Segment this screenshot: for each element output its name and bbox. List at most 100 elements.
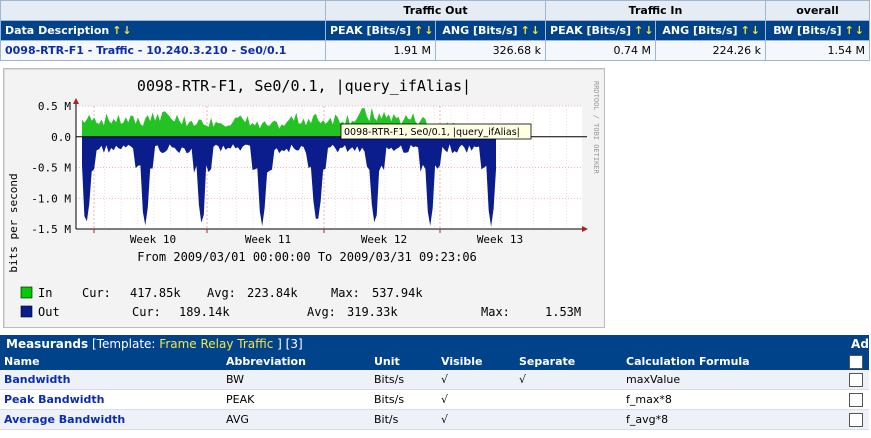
row-checkbox[interactable]: [849, 372, 864, 387]
measurands-title: Measurands: [6, 337, 89, 351]
description-cell: 0098-RTR-F1 - Traffic - 10.240.3.210 - S…: [0, 40, 326, 61]
y-axis-arrow-icon: [73, 98, 79, 104]
out-max-label: Max:: [481, 305, 510, 319]
blank-header: [0, 0, 326, 21]
date-range: From 2009/03/01 00:00:00 To 2009/03/31 0…: [137, 250, 477, 264]
out-cur-value: 189.14k: [179, 305, 230, 319]
sort-arrows-icon[interactable]: ↑↓: [845, 24, 865, 37]
measurand-link[interactable]: Bandwidth: [4, 373, 70, 386]
out-legend-name: Out: [38, 305, 60, 319]
add-button[interactable]: Add: [851, 337, 871, 351]
y-axis-label: bits per second: [7, 173, 20, 272]
template-suffix: ] [3]: [277, 337, 303, 351]
sort-arrows-icon[interactable]: ↑↓: [112, 24, 132, 37]
col-separate: Separate: [515, 353, 622, 370]
tooltip-text: 0098-RTR-F1, Se0/0.1, |query_ifAlias|: [344, 127, 520, 138]
x-tick-label: Week 12: [361, 233, 407, 246]
row-checkbox[interactable]: [849, 392, 864, 407]
graph-title: 0098-RTR-F1, Se0/0.1, |query_ifAlias|: [137, 77, 471, 95]
x-tick-label: Week 11: [245, 233, 291, 246]
select-all-checkbox[interactable]: [849, 354, 864, 369]
in-max-label: Max:: [331, 286, 360, 300]
traffic-out-group: Traffic Out: [324, 0, 547, 21]
abbr-cell: BW: [222, 370, 370, 390]
col-formula: Calculation Formula: [622, 353, 846, 370]
x-tick-label: Week 13: [477, 233, 523, 246]
bw-cell: 1.54 M: [765, 40, 871, 61]
sort-arrows-icon[interactable]: ↑↓: [414, 24, 434, 37]
separate-check-icon: [515, 389, 622, 410]
out-peak-cell: 1.91 M: [325, 40, 436, 61]
template-name[interactable]: Frame Relay Traffic: [159, 337, 273, 351]
traffic-link[interactable]: 0098-RTR-F1 - Traffic - 10.240.3.210 - S…: [5, 44, 286, 57]
add-cell: Add: [845, 335, 871, 353]
rrdtool-credit: RRDTOOL / TOBI OETIKER: [592, 81, 600, 175]
visible-check-icon: √: [437, 370, 515, 390]
y-tick-label: -0.5 M: [31, 162, 71, 175]
unit-cell: Bits/s: [370, 389, 437, 410]
row-checkbox[interactable]: [849, 412, 864, 427]
in-legend-swatch: [20, 286, 33, 299]
col-unit: Unit: [370, 353, 437, 370]
col-in-avg[interactable]: ANG [Bits/s] ↑↓: [655, 20, 767, 41]
col-abbreviation: Abbreviation: [222, 353, 370, 370]
out-avg-value: 319.33k: [347, 305, 398, 319]
col-bw[interactable]: BW [Bits/s] ↑↓: [765, 20, 871, 41]
formula-cell: f_avg*8: [622, 409, 846, 430]
overall-group: overall: [765, 0, 871, 21]
out-cur-label: Cur:: [132, 305, 161, 319]
abbr-cell: PEAK: [222, 389, 370, 410]
in-avg-label: Avg:: [207, 286, 236, 300]
out-legend-swatch: [20, 305, 33, 318]
measurands-table: Measurands [Template: Frame Relay Traffi…: [0, 335, 871, 430]
sort-arrows-icon[interactable]: ↑↓: [521, 24, 541, 37]
unit-cell: Bits/s: [370, 370, 437, 390]
traffic-graph[interactable]: 0098-RTR-F1, Se0/0.1, |query_ifAlias| bi…: [3, 68, 605, 328]
unit-cell: Bit/s: [370, 409, 437, 430]
traffic-in-group: Traffic In: [545, 0, 767, 21]
visible-check-icon: √: [437, 409, 515, 430]
graph-tooltip: 0098-RTR-F1, Se0/0.1, |query_ifAlias|: [340, 123, 532, 140]
col-select-all: [845, 353, 870, 370]
in-avg-value: 223.84k: [247, 286, 298, 300]
plot-area: [73, 98, 588, 233]
abbr-cell: AVG: [222, 409, 370, 430]
in-max-value: 537.94k: [372, 286, 423, 300]
summary-table: Traffic Out Traffic In overall Data Desc…: [0, 0, 871, 61]
out-avg-label: Avg:: [307, 305, 336, 319]
col-out-peak[interactable]: PEAK [Bits/s] ↑↓: [325, 20, 436, 41]
table-row: Average Bandwidth AVG Bit/s √ f_avg*8: [0, 409, 870, 430]
y-tick-label: 0.5 M: [38, 100, 71, 113]
x-tick-label: Week 10: [130, 233, 176, 246]
measurands-header: Measurands [Template: Frame Relay Traffi…: [0, 335, 846, 353]
col-out-avg[interactable]: ANG [Bits/s] ↑↓: [434, 20, 547, 41]
measurand-link[interactable]: Peak Bandwidth: [4, 393, 105, 406]
y-tick-label: -1.0 M: [31, 192, 71, 205]
y-tick-label: -1.5 M: [31, 223, 71, 236]
formula-cell: f_max*8: [622, 389, 846, 410]
out-max-value: 1.53M: [545, 305, 581, 319]
separate-check-icon: √: [515, 370, 622, 390]
x-axis-arrow-icon: [582, 226, 588, 232]
col-visible: Visible: [437, 353, 515, 370]
formula-cell: maxValue: [622, 370, 846, 390]
template-prefix: [Template:: [91, 337, 156, 351]
separate-check-icon: [515, 409, 622, 430]
y-tick-label: 0.0: [51, 131, 71, 144]
col-in-peak[interactable]: PEAK [Bits/s] ↑↓: [545, 20, 657, 41]
in-avg-cell: 224.26 k: [655, 40, 767, 61]
in-cur-value: 417.85k: [130, 286, 181, 300]
measurand-link[interactable]: Average Bandwidth: [4, 413, 125, 426]
sort-arrows-icon[interactable]: ↑↓: [741, 24, 761, 37]
in-peak-cell: 0.74 M: [545, 40, 657, 61]
table-row: Bandwidth BW Bits/s √ √ maxValue: [0, 370, 870, 390]
col-name: Name: [0, 353, 222, 370]
table-row: 0098-RTR-F1 - Traffic - 10.240.3.210 - S…: [0, 40, 871, 61]
in-cur-label: Cur:: [82, 286, 111, 300]
table-row: Peak Bandwidth PEAK Bits/s √ f_max*8: [0, 389, 870, 410]
in-legend-name: In: [38, 286, 52, 300]
sort-arrows-icon[interactable]: ↑↓: [634, 24, 654, 37]
col-description[interactable]: Data Description ↑↓: [0, 20, 326, 41]
visible-check-icon: √: [437, 389, 515, 410]
out-avg-cell: 326.68 k: [434, 40, 547, 61]
